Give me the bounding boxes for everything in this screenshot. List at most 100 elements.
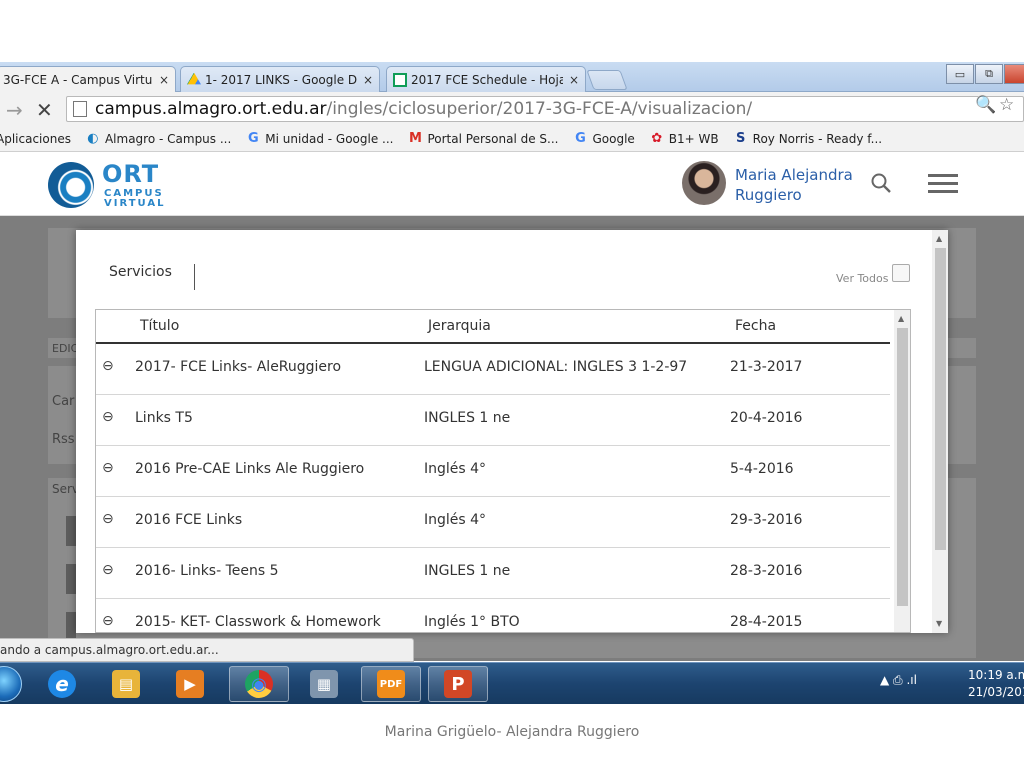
link-icon: ⊖ [102,409,114,425]
bookmark-label: Mi unidad - Google ... [265,131,394,146]
table-row[interactable]: ⊖ 2016 FCE Links Inglés 4° 29-3-2016 [96,497,890,548]
row-hierarchy: Inglés 4° [424,512,487,528]
modal-title: Servicios [109,264,172,280]
pdf-icon: PDF [377,670,405,698]
scroll-up-arrow-icon[interactable]: ▲ [898,314,904,323]
taskbar-app-internet-explorer[interactable]: e [32,666,92,702]
ver-todos-checkbox[interactable] [892,264,910,282]
clock-date[interactable]: 21/03/2017 [968,685,1024,699]
taskbar-app-file-explorer[interactable]: ▤ [96,666,156,702]
bookmark-b1-wb[interactable]: ✿ B1+ WB [649,131,719,146]
site-header: ORT CAMPUS VIRTUAL Maria Alejandra Ruggi… [0,152,1024,216]
tab-close-icon[interactable]: × [363,73,373,87]
table-row[interactable]: ⊖ Links T5 INGLES 1 ne 20-4-2016 [96,395,890,446]
servicios-modal: Servicios Ver Todos Título Jerarquia Fec… [76,230,948,633]
address-bar[interactable]: campus.almagro.ort.edu.ar /ingles/ciclos… [66,96,1024,122]
google-g-icon: G [575,131,586,146]
logo-subtitle: VIRTUAL [104,198,166,209]
user-avatar[interactable] [682,161,726,205]
google-sheets-icon [393,72,407,87]
scroll-down-arrow-icon[interactable]: ▼ [936,619,942,628]
minimize-button[interactable]: ▭ [946,64,974,84]
internet-explorer-icon: e [48,670,76,698]
row-title[interactable]: 2017- FCE Links- AleRuggiero [135,359,341,375]
user-name[interactable]: Maria Alejandra Ruggiero [735,165,865,205]
scrollbar-thumb[interactable] [935,248,946,550]
maximize-button[interactable]: ⧉ [975,64,1003,84]
scrollbar-thumb[interactable] [897,328,908,606]
row-title[interactable]: 2016 FCE Links [135,512,242,528]
browser-status-bubble: ando a campus.almagro.ort.edu.ar... [0,638,414,662]
google-g-icon: G [247,131,259,146]
bookmark-star-icon[interactable]: ☆ [999,95,1014,115]
tab-google-drive[interactable]: 1- 2017 LINKS - Google Dr × [180,66,380,92]
table-scrollbar[interactable]: ▲ [894,310,910,632]
ort-campus-logo[interactable]: ORT CAMPUS VIRTUAL [48,160,168,210]
row-date: 20-4-2016 [730,410,803,426]
url-host: campus.almagro.ort.edu.ar [95,99,327,119]
row-hierarchy: LENGUA ADICIONAL: INGLES 3 1-2-97 [424,359,688,375]
row-title[interactable]: 2015- KET- Classwork & Homework [135,614,381,630]
table-row[interactable]: ⊖ 2016 Pre-CAE Links Ale Ruggiero Inglés… [96,446,890,497]
tab-close-icon[interactable]: × [159,73,169,87]
link-icon: ⊖ [102,613,114,629]
background-label: Car [52,394,75,409]
taskbar-app-pdf[interactable]: PDF [361,666,421,702]
url-path: /ingles/ciclosuperior/2017-3G-FCE-A/visu… [326,99,753,119]
row-title[interactable]: 2016 Pre-CAE Links Ale Ruggiero [135,461,364,477]
row-hierarchy: Inglés 1° BTO [424,614,520,630]
bookmark-almagro-campus[interactable]: ◐ Almagro - Campus ... [85,131,231,146]
table-row[interactable]: ⊖ 2016- Links- Teens 5 INGLES 1 ne 28-3-… [96,548,890,599]
bookmark-label: Aplicaciones [0,131,71,146]
start-button[interactable] [0,666,22,702]
taskbar-app-chrome[interactable]: ◉ [229,666,289,702]
s-logo-icon: S [735,131,746,146]
red-bird-icon: ✿ [651,131,663,146]
row-date: 28-4-2015 [730,614,803,630]
clock-time[interactable]: 10:19 a.m. [968,668,1024,682]
page-icon [73,101,87,117]
table-row[interactable]: ⊖ 2015- KET- Classwork & Homework Inglés… [96,599,890,632]
powerpoint-icon: P [444,670,472,698]
scroll-up-arrow-icon[interactable]: ▲ [936,234,942,243]
tab-close-icon[interactable]: × [569,73,579,87]
browser-tab-strip: 3G-FCE A - Campus Virtua × 1- 2017 LINKS… [0,62,1024,93]
bookmark-google[interactable]: G Google [572,131,635,146]
table-row[interactable]: ⊖ 2017- FCE Links- AleRuggiero LENGUA AD… [96,344,890,395]
bookmark-label: B1+ WB [668,131,719,146]
bookmark-mi-unidad[interactable]: G Mi unidad - Google ... [245,131,394,146]
system-tray-icons[interactable]: ▲ ⎙ .ıl [880,673,917,688]
slide-page: 3G-FCE A - Campus Virtua × 1- 2017 LINKS… [0,0,1024,768]
ort-logo-emblem-icon [48,162,94,208]
hamburger-menu-icon[interactable] [928,174,958,194]
bookmark-aplicaciones[interactable]: Aplicaciones [0,132,71,146]
row-hierarchy: INGLES 1 ne [424,563,511,579]
column-header-date[interactable]: Fecha [735,318,776,334]
new-tab-button[interactable] [586,70,628,90]
taskbar-app-powerpoint[interactable]: P [428,666,488,702]
bookmark-roy-norris[interactable]: S Roy Norris - Ready f... [733,131,882,146]
column-header-title[interactable]: Título [140,318,179,334]
taskbar-app-calculator[interactable]: ▦ [294,666,354,702]
bookmark-portal-personal[interactable]: M Portal Personal de S... [407,131,558,146]
tab-campus-virtual[interactable]: 3G-FCE A - Campus Virtua × [0,66,176,93]
zoom-icon[interactable]: 🔍 [975,95,996,115]
column-header-hierarchy[interactable]: Jerarquia [428,318,491,334]
table-header: Título Jerarquia Fecha [96,310,890,344]
bookmark-label: Google [592,131,635,146]
tab-label: 2017 FCE Schedule - Hoja [411,72,563,87]
row-title[interactable]: 2016- Links- Teens 5 [135,563,279,579]
tab-fce-schedule[interactable]: 2017 FCE Schedule - Hoja × [386,66,586,92]
modal-scrollbar[interactable]: ▲ ▼ [932,230,948,633]
background-label: Serv [52,482,80,496]
calculator-icon: ▦ [310,670,338,698]
forward-arrow-icon[interactable]: → [6,98,23,122]
close-window-button[interactable] [1004,64,1024,84]
stop-loading-icon[interactable]: ✕ [36,98,53,122]
taskbar-app-media-player[interactable]: ▶ [160,666,220,702]
row-title[interactable]: Links T5 [135,410,193,426]
tab-label: 3G-FCE A - Campus Virtua [3,73,153,87]
search-icon[interactable] [870,172,892,194]
google-drive-icon [187,72,201,85]
background-label: EDIC [52,342,79,355]
